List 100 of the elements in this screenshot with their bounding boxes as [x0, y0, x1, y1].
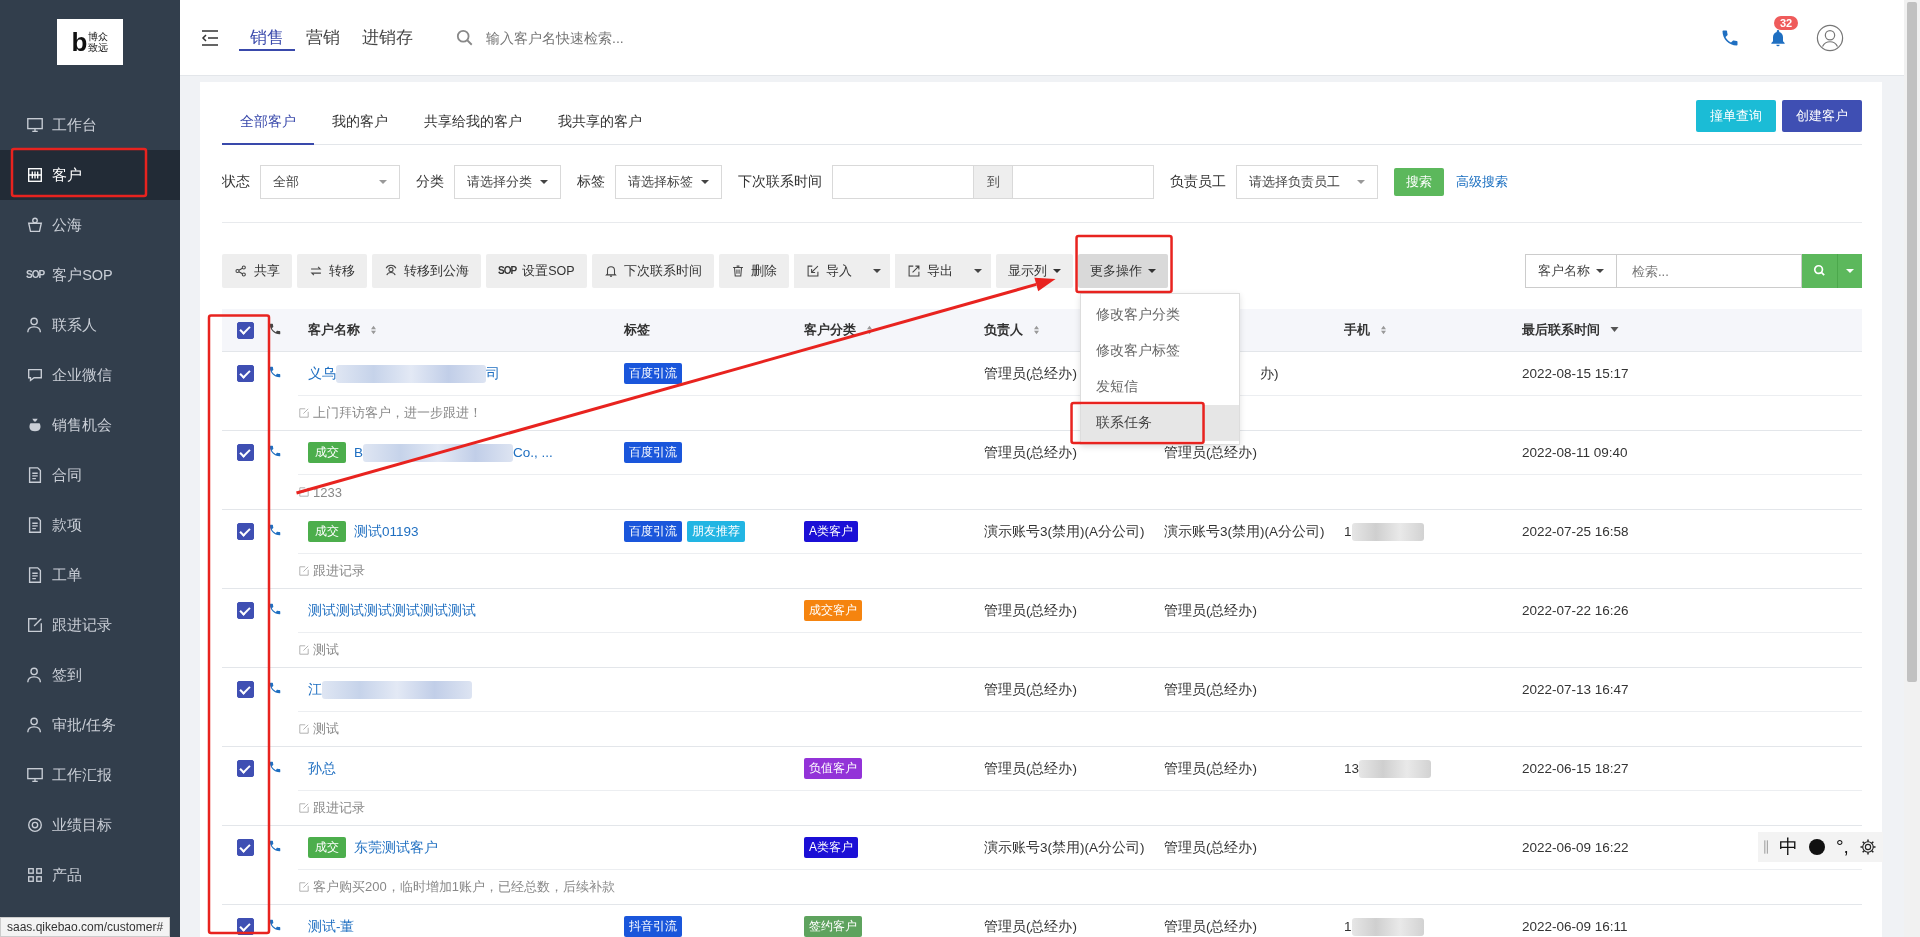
search-field-dropdown[interactable]: 客户名称: [1525, 254, 1617, 288]
phone-icon: [268, 444, 282, 458]
menu-item[interactable]: 修改客户标签: [1080, 333, 1239, 369]
settings-icon: [1858, 838, 1877, 856]
customer-name-link[interactable]: 测试-董: [308, 917, 355, 936]
advanced-search-link[interactable]: 高级搜索: [1456, 173, 1508, 191]
checkbox[interactable]: [236, 839, 254, 856]
phone-number: 1: [1344, 522, 1424, 541]
tag: 百度引流: [624, 363, 682, 384]
checkbox[interactable]: [236, 365, 254, 382]
follow-up-note: 上门拜访客户，进一步跟进！: [313, 404, 482, 422]
phone-icon: [268, 760, 282, 774]
edit-icon: [298, 802, 310, 814]
checkbox[interactable]: [236, 760, 254, 777]
sidebar-item[interactable]: 工单: [0, 550, 180, 600]
table-cell: 管理员(总经办): [1164, 917, 1257, 936]
chat-bubble-icon: [26, 366, 44, 384]
nav-tab[interactable]: 营销: [295, 24, 351, 51]
follow-up-note: 跟进记录: [313, 562, 365, 580]
bell-icon: [1768, 27, 1788, 48]
dropdown[interactable]: 请选择标签: [615, 165, 722, 199]
sidebar-item[interactable]: 款项: [0, 500, 180, 550]
customer-name-link[interactable]: 孙总: [308, 759, 336, 778]
sidebar-item[interactable]: 公海: [0, 200, 180, 250]
filter-label: 状态: [222, 173, 250, 191]
checkbox[interactable]: [236, 444, 254, 461]
toolbar-button[interactable]: 转移到公海: [372, 254, 481, 288]
follow-up-note: 客户购买200，临时增加1账户，已经总数，后续补款: [313, 878, 615, 896]
link-preview: saas.qikebao.com/customer#: [0, 917, 171, 937]
dropdown-toggle[interactable]: [1837, 254, 1862, 288]
checkbox[interactable]: [236, 681, 254, 698]
sidebar-item[interactable]: 产品: [0, 850, 180, 900]
category-tag: 签约客户: [804, 916, 862, 937]
input-mode-text[interactable]: 中: [1779, 834, 1798, 860]
sidebar-item[interactable]: 业绩目标: [0, 800, 180, 850]
toolbar-button[interactable]: 显示列: [995, 254, 1073, 288]
notification-badge: 32: [1774, 15, 1799, 30]
toolbar-button[interactable]: 共享: [222, 254, 292, 288]
tab[interactable]: 我的客户: [314, 100, 406, 145]
nav-tab[interactable]: 进销存: [351, 24, 424, 51]
sidebar-item[interactable]: 工作汇报: [0, 750, 180, 800]
date-field[interactable]: [832, 165, 974, 199]
customer-name-link[interactable]: 义乌 司: [308, 364, 500, 383]
follow-up-note: 测试: [313, 641, 339, 659]
sidebar-item[interactable]: SOP 客户SOP: [0, 250, 180, 300]
customer-name-link[interactable]: 东莞测试客户: [354, 838, 438, 857]
tab[interactable]: 全部客户: [222, 100, 314, 145]
sidebar-item[interactable]: 跟进记录: [0, 600, 180, 650]
menu-item[interactable]: 发短信: [1080, 369, 1239, 405]
table-cell: 管理员(总经办): [1164, 838, 1257, 857]
date-field[interactable]: [1012, 165, 1154, 199]
sidebar-item[interactable]: 合同: [0, 450, 180, 500]
follow-up-note: 1233: [313, 484, 342, 500]
sidebar-item[interactable]: 企业微信: [0, 350, 180, 400]
person-circle-icon: [384, 264, 398, 278]
punctuation-mode-text[interactable]: °,: [1836, 836, 1849, 858]
dropdown[interactable]: 请选择分类: [454, 165, 561, 199]
table-cell: 2022-07-22 16:26: [1522, 603, 1629, 618]
sidebar-item[interactable]: 工作台: [0, 100, 180, 150]
customer-name-link[interactable]: B Co., ...: [354, 443, 553, 462]
toolbar-button[interactable]: SOP 设置SOP: [486, 254, 587, 288]
toolbar-button[interactable]: 删除: [718, 254, 789, 288]
dropdown[interactable]: 全部: [260, 165, 400, 199]
toolbar-button[interactable]: 转移: [297, 254, 367, 288]
menu-item[interactable]: 联系任务: [1080, 405, 1239, 441]
phone-icon: [268, 918, 282, 932]
search-field[interactable]: 检索...: [1617, 254, 1802, 288]
tag: 抖音引流: [624, 916, 682, 937]
phone-number: 13: [1344, 759, 1432, 778]
toolbar-button[interactable]: 更多操作: [1077, 254, 1168, 288]
edit-icon: [298, 486, 310, 498]
sidebar-item[interactable]: 客户: [0, 150, 180, 200]
table-cell: 2022-06-09 16:22: [1522, 840, 1629, 855]
create-button[interactable]: 创建客户: [1782, 100, 1862, 132]
dropdown[interactable]: 请选择负责员工: [1236, 165, 1378, 199]
sidebar-item[interactable]: 审批/任务: [0, 700, 180, 750]
checkbox[interactable]: [236, 321, 254, 339]
customer-name-link[interactable]: 江: [308, 680, 472, 699]
logo-text: 博众 致远: [88, 31, 109, 53]
filter-label: 负责员工: [1170, 173, 1226, 191]
sidebar-item[interactable]: 联系人: [0, 300, 180, 350]
basket-icon: [26, 216, 44, 234]
checkbox[interactable]: [236, 523, 254, 540]
status-tag: 成交: [308, 837, 346, 858]
menu-item[interactable]: 修改客户分类: [1080, 297, 1239, 333]
toolbar-button[interactable]: 下次联系时间: [591, 254, 714, 288]
sidebar-item[interactable]: 签到: [0, 650, 180, 700]
column-header: 客户分类: [804, 321, 856, 339]
sidebar-item[interactable]: 销售机会: [0, 400, 180, 450]
search-field[interactable]: 输入客户名快速检索...: [484, 28, 784, 47]
nav-tab[interactable]: 销售: [239, 24, 295, 51]
table-cell: 2022-06-15 18:27: [1522, 761, 1629, 776]
customer-name-link[interactable]: 测试01193: [354, 522, 419, 541]
scrollbar-thumb[interactable]: [1907, 2, 1917, 682]
filter-label: 分类: [416, 173, 444, 191]
table-cell: 演示账号3(禁用)(A分公司): [984, 522, 1145, 541]
tab[interactable]: 我共享的客户: [540, 100, 660, 145]
customer-name-link[interactable]: 测试测试测试测试测试测试: [308, 601, 476, 620]
checkbox[interactable]: [236, 602, 254, 619]
tab[interactable]: 共享给我的客户: [406, 100, 540, 145]
